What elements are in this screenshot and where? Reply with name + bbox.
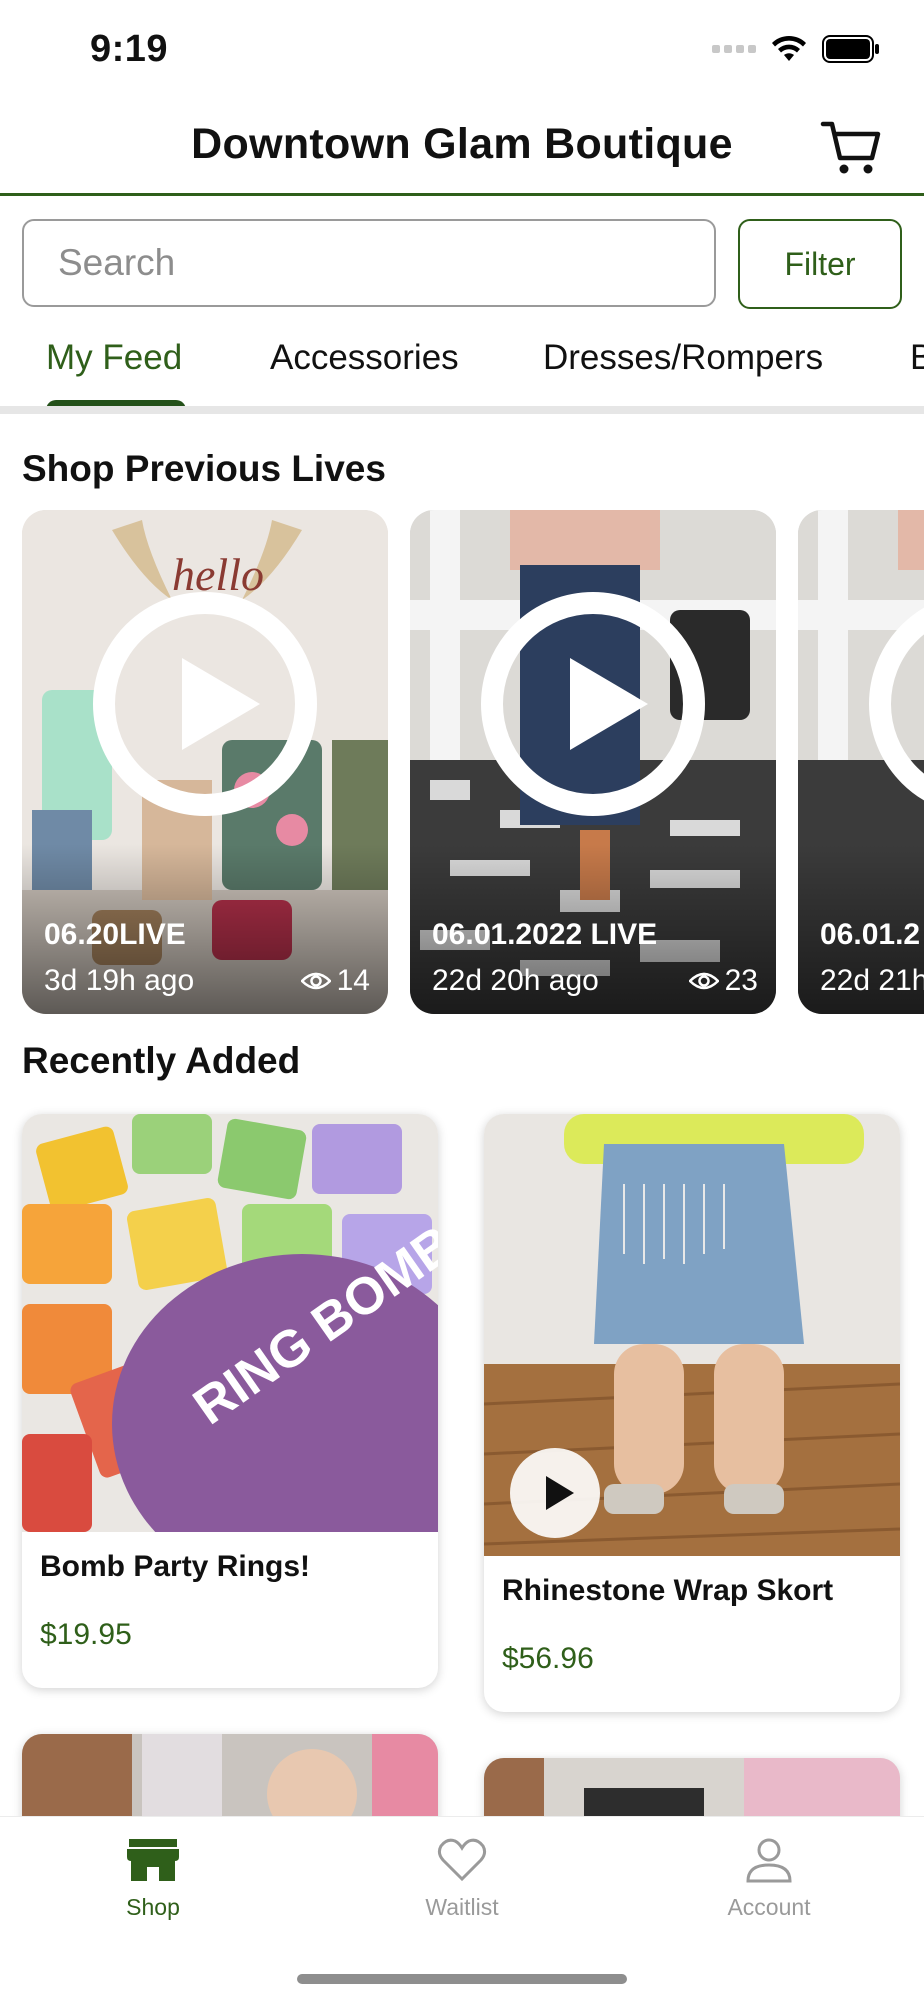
nav-label-waitlist: Waitlist [425,1894,499,1920]
product-image [484,1114,900,1556]
store-title: Downtown Glam Boutique [191,120,733,168]
tab-accessories[interactable]: Accessories [270,338,459,378]
cart-button[interactable] [820,116,882,178]
storefront-icon [127,1839,179,1881]
battery-icon [822,35,879,63]
play-icon [570,658,648,750]
cellular-signal-icon [712,45,756,53]
play-icon [182,658,260,750]
previous-lives-carousel[interactable]: hello 06.20LIVE 3d 19h ago 14 06.01.2022… [0,510,924,1016]
status-bar: 9:19 [0,0,924,100]
view-count-value: 14 [336,964,370,997]
category-tabs: My Feed Accessories Dresses/Rompers B [0,330,924,414]
view-count-value: 23 [724,964,758,997]
search-input[interactable] [22,219,716,307]
live-time-ago: 22d 20h ago [432,964,599,997]
active-tab-indicator [46,400,186,406]
nav-label-account: Account [727,1894,811,1920]
eye-icon [688,972,719,990]
person-icon [746,1838,792,1883]
live-card[interactable]: hello 06.20LIVE 3d 19h ago 14 [22,510,388,1014]
tab-dresses-rompers[interactable]: Dresses/Rompers [543,338,823,378]
product-name: Bomb Party Rings! [40,1550,311,1583]
nav-waitlist[interactable]: Waitlist [372,1837,552,1921]
live-title: 06.01.2022 LIVE [432,918,658,951]
nav-account[interactable]: Account [679,1837,859,1921]
live-title: 06.20LIVE [44,918,186,951]
bottom-tab-bar: Shop Waitlist Account [0,1816,924,2000]
product-price: $56.96 [502,1642,594,1675]
tab-next-partial[interactable]: B [910,338,924,378]
recently-added-heading: Recently Added [22,1040,301,1081]
live-time-ago: 3d 19h ago [44,964,195,997]
status-icons [712,34,880,64]
app-header: Downtown Glam Boutique [0,100,924,196]
status-time: 9:19 [90,28,169,70]
heart-icon [437,1838,487,1882]
home-indicator[interactable] [297,1974,627,1984]
live-title: 06.01.2 [820,918,921,951]
product-image: RING BOMB PARTY [22,1114,438,1532]
live-card[interactable]: 06.01.2 22d 21h [798,510,924,1014]
product-card[interactable]: Rhinestone Wrap Skort $56.96 [484,1114,900,1712]
search-row: Filter [22,219,902,309]
live-view-count: 14 [300,964,370,998]
filter-button[interactable]: Filter [738,219,902,309]
eye-icon [300,972,331,990]
nav-label-shop: Shop [126,1894,180,1920]
shopping-cart-icon [820,121,881,174]
product-card[interactable]: RING BOMB PARTY Bomb Party Rings! $19.95 [22,1114,438,1688]
live-time-ago: 22d 21h [820,964,924,997]
live-view-count: 23 [688,964,758,998]
product-name: Rhinestone Wrap Skort [502,1574,834,1607]
previous-lives-heading: Shop Previous Lives [22,448,386,489]
video-play-button[interactable] [510,1448,600,1538]
product-price: $19.95 [40,1618,132,1651]
tab-my-feed[interactable]: My Feed [46,338,182,378]
nav-shop[interactable]: Shop [63,1837,243,1921]
live-card[interactable]: 06.01.2022 LIVE 22d 20h ago 23 [410,510,776,1014]
wifi-icon [772,35,806,61]
